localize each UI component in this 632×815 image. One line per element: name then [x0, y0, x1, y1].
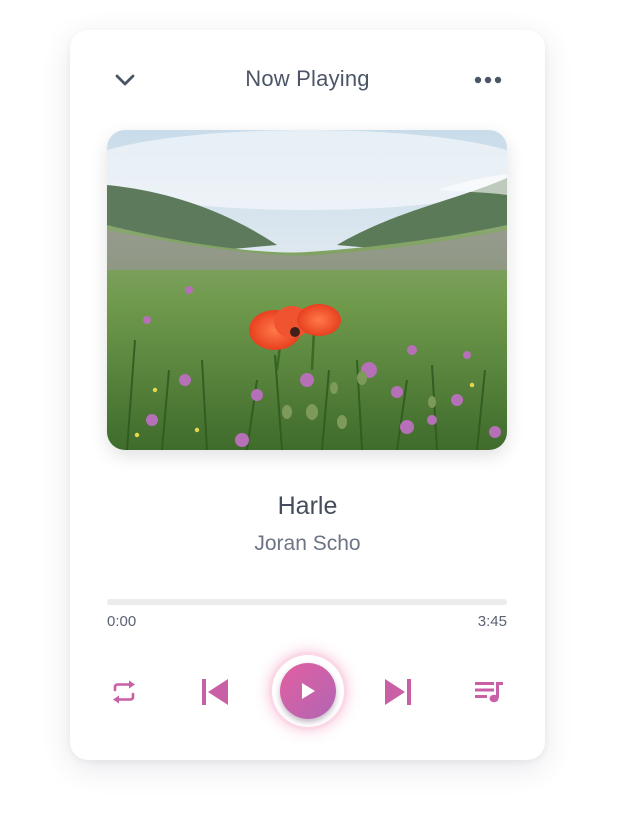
play-button[interactable] — [272, 655, 344, 727]
more-options-button[interactable] — [466, 64, 510, 96]
next-button[interactable] — [378, 672, 418, 712]
playlist-icon — [475, 682, 503, 703]
duration-time: 3:45 — [477, 613, 507, 630]
skip-previous-icon — [202, 679, 228, 705]
collapse-button[interactable] — [108, 64, 142, 96]
playback-controls — [70, 650, 545, 730]
artist-name: Joran Scho — [254, 532, 361, 555]
chevron-down-icon — [115, 74, 135, 86]
more-dots-icon — [474, 76, 502, 84]
repeat-icon — [113, 680, 135, 704]
song-title: Harle — [277, 492, 338, 520]
previous-button[interactable] — [195, 672, 235, 712]
play-button-face — [280, 663, 336, 719]
repeat-button[interactable] — [104, 672, 144, 712]
player-header: Now Playing — [70, 60, 545, 100]
queue-button[interactable] — [469, 672, 509, 712]
player-card: Now Playing Harle Joran Scho 0:00 3:45 — [70, 30, 545, 760]
play-icon — [302, 683, 315, 699]
page-title: Now Playing — [245, 66, 370, 91]
album-art-image — [107, 130, 507, 450]
current-time: 0:00 — [107, 613, 137, 630]
progress-bar[interactable] — [107, 599, 507, 605]
album-art — [107, 130, 507, 450]
skip-next-icon — [385, 679, 411, 705]
